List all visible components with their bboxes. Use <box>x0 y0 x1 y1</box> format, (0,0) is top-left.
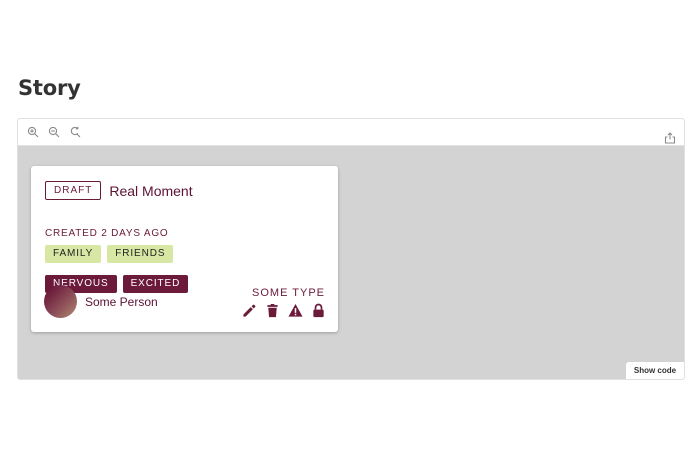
created-label: CREATED 2 DAYS AGO <box>45 228 169 239</box>
reset-zoom-icon[interactable] <box>68 125 82 139</box>
zoom-out-icon[interactable] <box>47 125 61 139</box>
status-badge: DRAFT <box>45 181 102 200</box>
zoom-in-icon[interactable] <box>26 125 40 139</box>
delete-icon[interactable] <box>265 303 280 318</box>
edit-icon[interactable] <box>242 303 257 318</box>
warning-icon[interactable] <box>288 303 303 318</box>
tag-family: FAMILY <box>45 245 102 263</box>
interest-tags: FAMILY FRIENDS <box>45 245 174 263</box>
card-header: DRAFT Real Moment <box>45 181 193 200</box>
preview-canvas: DRAFT Real Moment CREATED 2 DAYS AGO FAM… <box>18 146 684 379</box>
story-card[interactable]: DRAFT Real Moment CREATED 2 DAYS AGO FAM… <box>31 166 338 332</box>
type-label: SOME TYPE <box>252 287 325 299</box>
tag-friends: FRIENDS <box>107 245 174 263</box>
story-preview: DRAFT Real Moment CREATED 2 DAYS AGO FAM… <box>17 118 685 380</box>
show-code-button[interactable]: Show code <box>626 362 684 379</box>
share-icon[interactable] <box>664 131 676 144</box>
lock-icon[interactable] <box>311 303 326 318</box>
page-title: Story <box>18 76 81 100</box>
avatar <box>44 285 77 318</box>
card-title[interactable]: Real Moment <box>109 183 192 199</box>
preview-toolbar <box>18 119 684 146</box>
person: Some Person <box>44 285 158 318</box>
card-actions <box>242 303 326 318</box>
person-name: Some Person <box>85 294 158 309</box>
